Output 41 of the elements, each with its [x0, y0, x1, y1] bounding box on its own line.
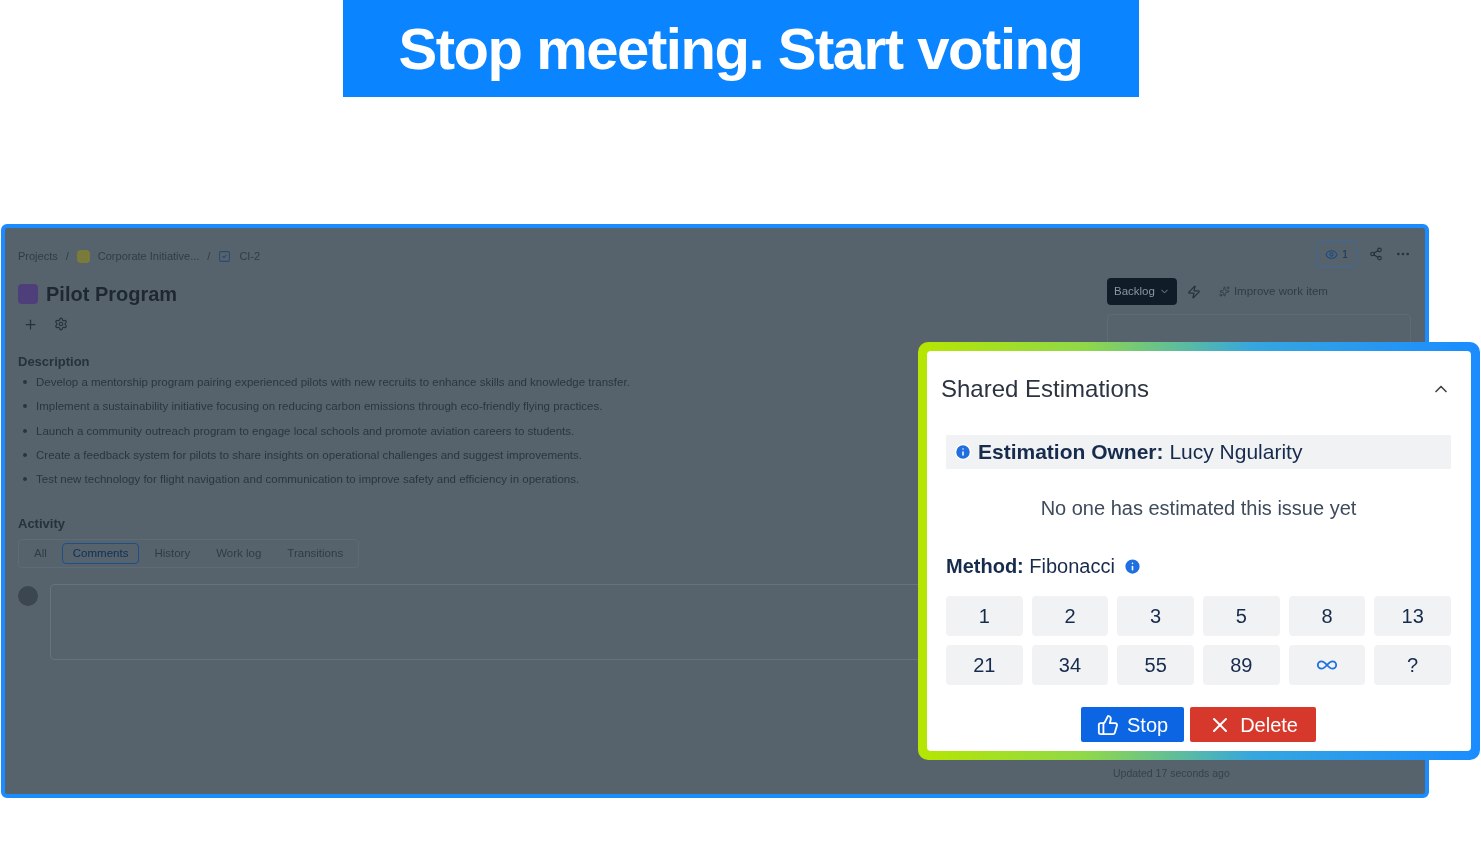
estimate-card[interactable]: 5 [1203, 596, 1280, 636]
estimate-card[interactable]: 13 [1374, 596, 1451, 636]
project-icon [76, 249, 90, 263]
status-dropdown[interactable]: Backlog [1107, 278, 1177, 305]
add-icon[interactable] [23, 316, 38, 332]
avatar [18, 586, 38, 606]
estimate-card[interactable] [1288, 645, 1366, 685]
eye-icon [1324, 247, 1338, 261]
sparkle-icon [1218, 286, 1230, 297]
estimate-card[interactable]: 2 [1031, 596, 1109, 636]
bullet-icon [23, 428, 27, 433]
estimate-card[interactable]: 55 [1117, 645, 1194, 685]
breadcrumb-separator: / [65, 249, 69, 264]
popup-title: Shared Estimations [941, 374, 1150, 404]
stop-button[interactable]: Stop [1081, 707, 1185, 742]
info-icon [1122, 556, 1142, 576]
delete-button[interactable]: Delete [1190, 707, 1316, 742]
owner-text: Estimation Owner: Lucy Ngularity [978, 439, 1303, 466]
task-icon [218, 249, 232, 263]
estimate-card[interactable]: 8 [1288, 596, 1366, 636]
thumbs-up-icon [1097, 713, 1119, 736]
breadcrumb-separator: / [207, 249, 211, 264]
bullet-icon [23, 404, 27, 409]
estimate-card[interactable]: ? [1374, 645, 1451, 685]
bullet-icon [23, 380, 27, 384]
issue-title: Pilot Program [46, 281, 178, 307]
lightning-icon[interactable] [1186, 284, 1201, 299]
estimate-card[interactable]: 3 [1117, 596, 1194, 636]
headline: Stop meeting. Start voting [342, 0, 1139, 97]
estimate-card[interactable]: 89 [1203, 645, 1280, 685]
bullet-icon [23, 452, 27, 457]
empty-message: No one has estimated this issue yet [1039, 496, 1358, 521]
share-icon[interactable] [1369, 247, 1383, 261]
info-icon [954, 443, 972, 461]
method-text: Method: Fibonacci [946, 554, 1115, 579]
estimate-card[interactable]: 21 [946, 645, 1023, 685]
estimate-card[interactable]: 34 [1031, 645, 1109, 685]
bullet-icon [23, 477, 27, 481]
settings-icon[interactable] [54, 317, 68, 331]
issue-type-icon [18, 283, 38, 304]
estimate-card[interactable]: 1 [946, 596, 1023, 636]
